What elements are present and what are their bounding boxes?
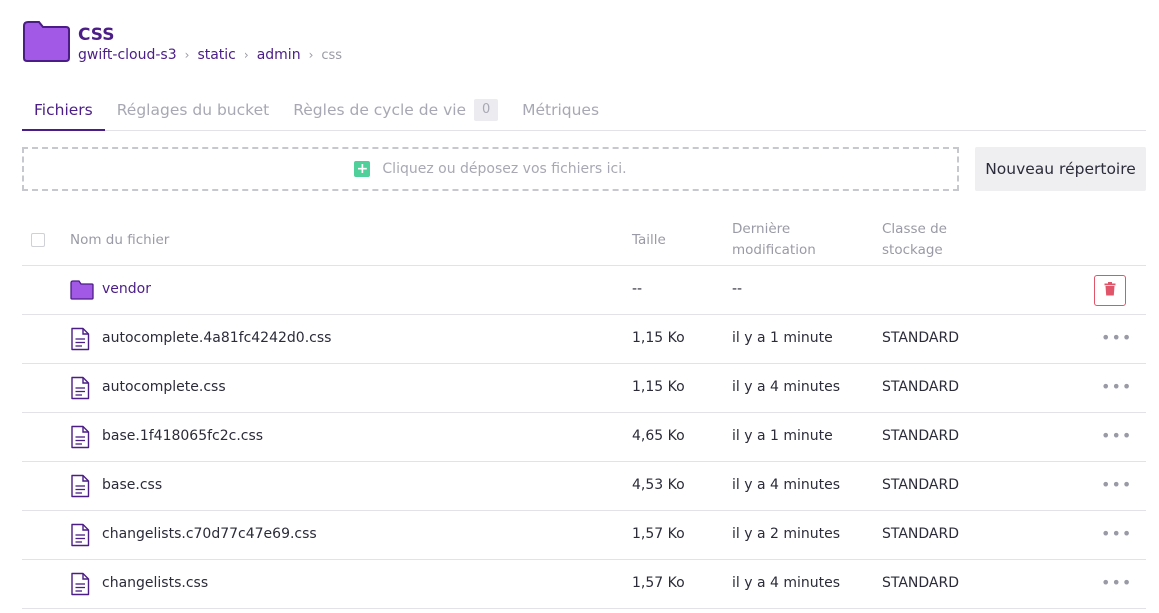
file-icon — [70, 425, 90, 453]
file-name[interactable]: base.1f418065fc2c.css — [102, 428, 263, 444]
file-modified: il y a 4 minutes — [732, 575, 841, 591]
tab-metrics[interactable]: Métriques — [510, 90, 611, 131]
file-name[interactable]: changelists.css — [102, 575, 208, 591]
file-icon — [70, 376, 90, 404]
file-storage-class: STANDARD — [882, 477, 960, 493]
trash-icon — [1104, 281, 1116, 300]
table-row[interactable]: base.1f418065fc2c.css 4,65 Ko il y a 1 min… — [22, 413, 1146, 462]
table-row[interactable]: autocomplete.css 1,15 Ko il y a 4 minutes S… — [22, 364, 1146, 413]
breadcrumb-separator-icon: › — [308, 48, 314, 62]
dropzone-label: Cliquez ou déposez vos fichiers ici. — [382, 161, 627, 177]
file-storage-class: STANDARD — [882, 379, 960, 395]
breadcrumb-separator-icon: › — [184, 48, 190, 62]
breadcrumb-item-admin[interactable]: admin — [257, 47, 301, 63]
file-icon — [70, 474, 90, 502]
table-row[interactable]: changelists.c70d77c47e69.css 1,57 Ko il y … — [22, 511, 1146, 560]
header-size[interactable]: Taille — [632, 230, 666, 251]
breadcrumb-current: css — [321, 47, 343, 63]
lifecycle-count-badge: 0 — [474, 99, 499, 121]
file-size: 1,15 Ko — [632, 330, 685, 346]
folder-icon — [70, 280, 94, 304]
page-header: CSS gwift-cloud-s3 › static › admin › cs… — [22, 20, 342, 63]
file-size: 1,57 Ko — [632, 575, 685, 591]
file-icon — [70, 523, 90, 551]
file-size: 4,53 Ko — [632, 477, 685, 493]
folder-row[interactable]: vendor -- -- — [22, 266, 1146, 315]
file-icon — [70, 327, 90, 355]
file-name[interactable]: changelists.c70d77c47e69.css — [102, 526, 317, 542]
delete-button[interactable] — [1094, 275, 1126, 306]
table-header: Nom du fichier Taille Dernière modificat… — [22, 214, 1146, 266]
file-storage-class: STANDARD — [882, 428, 960, 444]
upload-dropzone[interactable]: + Cliquez ou déposez vos fichiers ici. — [22, 147, 959, 191]
more-options-icon[interactable]: ••• — [1101, 575, 1132, 591]
file-name[interactable]: autocomplete.css — [102, 379, 226, 395]
file-name[interactable]: vendor — [102, 281, 151, 297]
file-size: 1,15 Ko — [632, 379, 685, 395]
file-size: -- — [632, 281, 643, 297]
select-all-checkbox[interactable] — [31, 233, 45, 247]
folder-icon — [22, 20, 70, 62]
file-name[interactable]: autocomplete.4a81fc4242d0.css — [102, 330, 331, 346]
plus-icon: + — [354, 161, 371, 177]
new-directory-button[interactable]: Nouveau répertoire — [975, 147, 1146, 191]
header-storage-class[interactable]: Classe de stockage — [882, 219, 947, 261]
file-table: Nom du fichier Taille Dernière modificat… — [22, 214, 1146, 609]
more-options-icon[interactable]: ••• — [1101, 428, 1132, 444]
header-name[interactable]: Nom du fichier — [70, 230, 169, 251]
header-modified[interactable]: Dernière modification — [732, 219, 816, 261]
breadcrumb-item-bucket[interactable]: gwift-cloud-s3 — [78, 47, 177, 63]
file-icon — [70, 572, 90, 600]
file-modified: -- — [732, 281, 743, 297]
breadcrumb: gwift-cloud-s3 › static › admin › css — [78, 47, 342, 63]
tab-bar: Fichiers Réglages du bucket Règles de cy… — [22, 90, 1146, 131]
tab-lifecycle-rules[interactable]: Règles de cycle de vie 0 — [281, 90, 510, 131]
breadcrumb-item-static[interactable]: static — [197, 47, 235, 63]
file-size: 4,65 Ko — [632, 428, 685, 444]
table-row[interactable]: base.css 4,53 Ko il y a 4 minutes STANDARD •… — [22, 462, 1146, 511]
file-modified: il y a 4 minutes — [732, 477, 841, 493]
file-modified: il y a 1 minute — [732, 428, 833, 444]
file-modified: il y a 1 minute — [732, 330, 833, 346]
file-size: 1,57 Ko — [632, 526, 685, 542]
file-modified: il y a 2 minutes — [732, 526, 841, 542]
more-options-icon[interactable]: ••• — [1101, 379, 1132, 395]
file-storage-class: STANDARD — [882, 575, 960, 591]
table-row[interactable]: changelists.css 1,57 Ko il y a 4 minutes ST… — [22, 560, 1146, 609]
more-options-icon[interactable]: ••• — [1101, 330, 1132, 346]
file-modified: il y a 4 minutes — [732, 379, 841, 395]
file-storage-class: STANDARD — [882, 330, 960, 346]
table-row[interactable]: autocomplete.4a81fc4242d0.css 1,15 Ko il y… — [22, 315, 1146, 364]
breadcrumb-separator-icon: › — [243, 48, 249, 62]
file-storage-class: STANDARD — [882, 526, 960, 542]
more-options-icon[interactable]: ••• — [1101, 526, 1132, 542]
page-title: CSS — [78, 25, 115, 45]
file-name[interactable]: base.css — [102, 477, 162, 493]
tab-bucket-settings[interactable]: Réglages du bucket — [105, 90, 281, 131]
tab-files[interactable]: Fichiers — [22, 90, 105, 131]
more-options-icon[interactable]: ••• — [1101, 477, 1132, 493]
